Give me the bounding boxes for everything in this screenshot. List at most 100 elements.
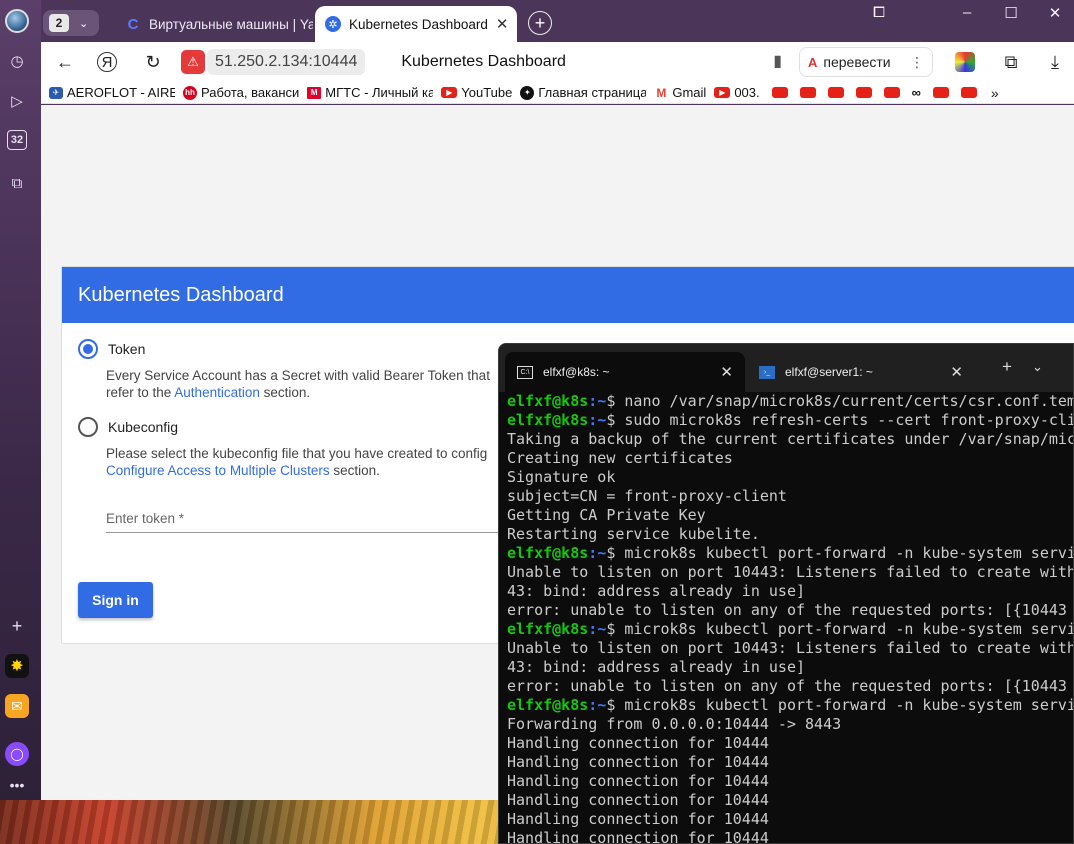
tab-kubernetes-dashboard[interactable]: ✲ Kubernetes Dashboard ✕: [315, 6, 517, 42]
maximize-icon[interactable]: ☐: [1001, 4, 1021, 22]
reload-icon[interactable]: ↻: [141, 50, 165, 74]
close-terminal-tab-icon[interactable]: ✕: [720, 363, 733, 381]
configure-access-link[interactable]: Configure Access to Multiple Clusters: [106, 463, 330, 478]
bookmark-youtube[interactable]: ▶ YouTube: [441, 85, 512, 100]
terminal-output-line: Forwarding from 0.0.0.0:10444 -> 8443: [507, 715, 842, 733]
kubeconfig-radio[interactable]: [78, 417, 98, 437]
authentication-link[interactable]: Authentication: [174, 385, 260, 400]
youtube-bookmark-icon[interactable]: [799, 87, 816, 98]
token-option[interactable]: Token: [78, 339, 145, 359]
history-icon[interactable]: ◷: [6, 50, 28, 72]
downloads-icon[interactable]: ⤓: [1043, 50, 1067, 74]
link-bookmark-icon[interactable]: ∞: [912, 85, 921, 100]
bookmark-003[interactable]: ▶ 003.: [714, 85, 760, 100]
bookmark-mgts[interactable]: М МГТС - Личный ка: [307, 85, 433, 100]
command-text: $ microk8s kubectl port-forward -n kube-…: [606, 696, 1073, 714]
terminal-output[interactable]: elfxf@k8s:~$ nano /var/snap/microk8s/cur…: [507, 392, 1073, 844]
terminal-window: C:\ elfxf@k8s: ~ ✕ ›_ elfxf@server1: ~ ✕…: [498, 343, 1074, 844]
terminal-output-line: error: unable to listen on any of the re…: [507, 601, 1067, 619]
bookmark-icon[interactable]: ▮: [773, 51, 782, 71]
terminal-output-line: Unable to listen on port 10443: Listener…: [507, 639, 1073, 657]
bookmarks-overflow-button[interactable]: »: [991, 85, 999, 101]
kubeconfig-label: Kubeconfig: [108, 419, 179, 435]
card-title: Kubernetes Dashboard: [62, 267, 1074, 323]
alice-assistant-icon[interactable]: ◯: [5, 742, 29, 766]
bookmark-label: Работа, ваканси: [201, 85, 300, 100]
bookmarks-bar: ✈ AEROFLOT - AIRE hh Работа, ваканси М М…: [41, 82, 1074, 104]
terminal-tab-server1[interactable]: ›_ elfxf@server1: ~ ✕: [747, 352, 975, 392]
console-icon: C:\: [517, 365, 533, 379]
youtube-bookmark-icon[interactable]: [932, 87, 949, 98]
address-page-title: Kubernetes Dashboard: [401, 53, 566, 70]
add-panel-icon[interactable]: +: [6, 615, 28, 637]
youtube-bookmark-icon[interactable]: [855, 87, 872, 98]
toolbar: ← Я ↻ ⚠ 51.250.2.134:10444 Kubernetes Da…: [41, 42, 1074, 82]
terminal-tab-bar: C:\ elfxf@k8s: ~ ✕ ›_ elfxf@server1: ~ ✕…: [499, 344, 1073, 392]
terminal-output-line: Handling connection for 10444: [507, 810, 769, 828]
prompt-user: elfxf@k8s: [507, 696, 589, 714]
youtube-bookmark-icon[interactable]: [960, 87, 977, 98]
back-icon[interactable]: ←: [53, 50, 77, 74]
kubernetes-favicon-icon: ✲: [325, 16, 341, 32]
terminal-output-line: Handling connection for 10444: [507, 829, 769, 844]
bookmark-gmail[interactable]: M Gmail: [654, 85, 706, 100]
tab-count-button[interactable]: 2 ⌄: [43, 10, 99, 36]
terminal-command-line: elfxf@k8s:~$ microk8s kubectl port-forwa…: [507, 544, 1073, 563]
yandex-cloud-favicon-icon: C: [127, 15, 139, 33]
tab-label: Kubernetes Dashboard: [349, 16, 488, 32]
more-options-icon[interactable]: ⋮: [910, 54, 924, 71]
minimize-icon[interactable]: –: [957, 4, 977, 21]
close-tab-icon[interactable]: ✕: [496, 15, 509, 33]
yandex-icon[interactable]: Я: [97, 52, 117, 72]
extension-icon[interactable]: [955, 52, 975, 72]
token-radio[interactable]: [78, 339, 98, 359]
terminal-output-line: Handling connection for 10444: [507, 791, 769, 809]
new-terminal-tab-icon[interactable]: +: [1002, 357, 1012, 377]
aeroflot-icon: ✈: [49, 86, 63, 99]
close-terminal-tab-icon[interactable]: ✕: [950, 363, 963, 381]
browser-sidebar: ◷ ▷ 32 ⧉ + ✸ ✉ ◯ •••: [0, 0, 41, 800]
bookmark-aeroflot[interactable]: ✈ AEROFLOT - AIRE: [49, 85, 175, 100]
address-bar[interactable]: ⚠ 51.250.2.134:10444 Kubernetes Dashboar…: [178, 46, 790, 78]
bookmark-label: AEROFLOT - AIRE: [67, 85, 175, 100]
terminal-dropdown-icon[interactable]: ⌄: [1032, 359, 1043, 375]
sunburst-app-icon[interactable]: ✸: [5, 654, 29, 678]
tab-yandex-cloud[interactable]: C Виртуальные машины | Ya: [115, 6, 313, 42]
counter-badge[interactable]: 32: [7, 130, 27, 150]
kubeconfig-desc-line: Please select the kubeconfig file that y…: [106, 446, 488, 461]
tab-strip: 2 ⌄ C Виртуальные машины | Ya ✲ Kubernet…: [41, 0, 1074, 42]
terminal-output-line: Handling connection for 10444: [507, 734, 769, 752]
insecure-connection-icon[interactable]: ⚠: [181, 50, 205, 74]
powershell-icon: ›_: [759, 365, 775, 379]
youtube-bookmark-icon[interactable]: [883, 87, 900, 98]
terminal-output-line: Signature ok: [507, 468, 616, 486]
terminal-command-line: elfxf@k8s:~$ microk8s kubectl port-forwa…: [507, 620, 1073, 639]
token-description: Every Service Account has a Secret with …: [106, 367, 526, 401]
token-desc-line: Every Service Account has a Secret with …: [106, 368, 490, 383]
terminal-output-line: 43: bind: address already in use]: [507, 582, 806, 600]
mgts-icon: М: [307, 86, 322, 99]
new-tab-button[interactable]: +: [528, 11, 552, 35]
youtube-bookmark-icon[interactable]: [827, 87, 844, 98]
token-input[interactable]: Enter token *: [106, 511, 566, 533]
command-text: $ nano /var/snap/microk8s/current/certs/…: [606, 392, 1073, 410]
close-window-icon[interactable]: ✕: [1045, 4, 1065, 22]
terminal-tab-k8s[interactable]: C:\ elfxf@k8s: ~ ✕: [505, 352, 745, 392]
terminal-output-line: Creating new certificates: [507, 449, 733, 467]
more-icon[interactable]: •••: [6, 774, 28, 796]
youtube-bookmark-icon[interactable]: [771, 87, 788, 98]
terminal-command-line: elfxf@k8s:~$ nano /var/snap/microk8s/cur…: [507, 392, 1073, 411]
video-icon[interactable]: ▷: [6, 90, 28, 112]
bookmark-hh[interactable]: hh Работа, ваканси: [183, 85, 299, 100]
mail-app-icon[interactable]: ✉: [5, 694, 29, 718]
bookmarks-panel-icon[interactable]: ⧠: [869, 4, 889, 21]
profile-avatar[interactable]: [5, 9, 29, 33]
collections-icon[interactable]: ⧉: [999, 50, 1023, 74]
bookmark-label: YouTube: [461, 85, 513, 100]
sign-in-button[interactable]: Sign in: [78, 582, 153, 618]
terminal-output-line: subject=CN = front-proxy-client: [507, 487, 787, 505]
translate-button[interactable]: A перевести ⋮: [799, 47, 933, 77]
bookmark-main-page[interactable]: ✦ Главная страница: [520, 85, 646, 100]
kubeconfig-option[interactable]: Kubeconfig: [78, 417, 178, 437]
screenshot-icon[interactable]: ⧉: [6, 172, 28, 194]
